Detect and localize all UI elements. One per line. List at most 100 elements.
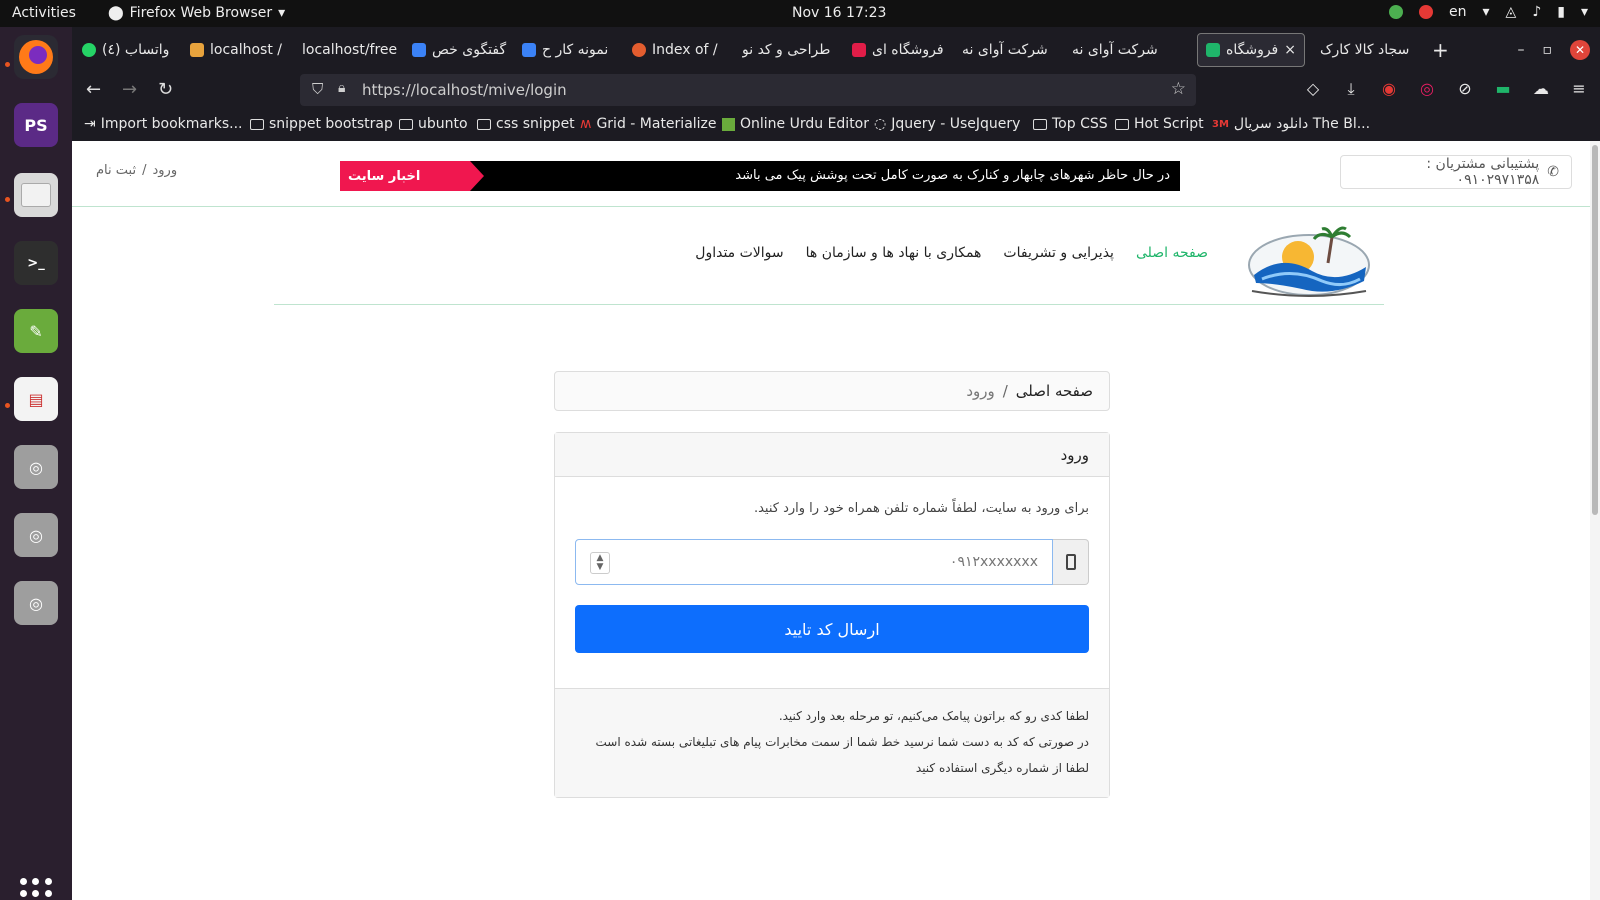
- tab-localhost-free[interactable]: localhost/free: [302, 33, 402, 67]
- tab-company-1[interactable]: شرکت آوای نه: [962, 33, 1062, 67]
- send-code-button[interactable]: ارسال کد تایید: [575, 605, 1089, 653]
- disk-dock-icon[interactable]: ◎: [14, 513, 58, 557]
- footer-note: لطفا کدی رو که براتون پیامک می‌کنیم، تو …: [778, 709, 1089, 723]
- menu-item-cooperation[interactable]: همکاری با نهاد ها و سازمان ها: [806, 245, 982, 261]
- language-indicator[interactable]: en: [1449, 4, 1467, 20]
- tab-shop-active[interactable]: فروشگاه ×: [1197, 33, 1305, 67]
- activities-button[interactable]: Activities: [12, 5, 76, 21]
- news-label: اخبار سایت: [340, 161, 484, 191]
- disk-dock-icon[interactable]: ◎: [14, 581, 58, 625]
- url-bar[interactable]: ⛉ 🔒︎ https://localhost/mive/login ☆: [300, 74, 1196, 106]
- download-icon[interactable]: ⤓: [1342, 79, 1360, 98]
- notification-tray-icon[interactable]: [1419, 5, 1433, 19]
- tab-whatsapp[interactable]: واتساب (٤): [82, 33, 182, 67]
- bookmarks-toolbar: ⇥ Import bookmarks... snippet bootstrap …: [72, 111, 1600, 139]
- tab-strip: واتساب (٤) localhost / localhost/free گف…: [72, 31, 1600, 67]
- menu-item-home[interactable]: صفحه اصلی: [1136, 245, 1208, 261]
- phpstorm-dock-icon[interactable]: PS: [14, 103, 58, 147]
- bookmark-css-snippet[interactable]: css snippet: [477, 116, 575, 132]
- system-tray[interactable]: en ▾ ◬ ♪ ▮ ▾: [1389, 4, 1588, 20]
- ublock-icon[interactable]: ◉: [1380, 79, 1398, 98]
- wifi-icon[interactable]: ◬: [1506, 4, 1517, 20]
- register-link[interactable]: ثبت نام: [96, 163, 136, 178]
- extension-leaf-icon[interactable]: ▬: [1494, 79, 1512, 98]
- app-menu[interactable]: ⬤ Firefox Web Browser ▾: [108, 5, 285, 21]
- page-scrollbar[interactable]: [1590, 141, 1600, 900]
- tab-label: شرکت آوای نه: [1072, 42, 1158, 58]
- breadcrumb-home[interactable]: صفحه اصلی: [1016, 382, 1093, 400]
- phone-input[interactable]: [576, 540, 1052, 584]
- tab-index-of[interactable]: Index of /: [632, 33, 732, 67]
- site-icon: 3M: [1212, 118, 1229, 130]
- volume-icon[interactable]: ♪: [1532, 4, 1541, 20]
- news-text[interactable]: در حال حاظر شهرهای چابهار و کنارک به صور…: [735, 168, 1170, 183]
- tab-label: طراحی و کد نو: [742, 42, 831, 58]
- clock[interactable]: Nov 16 17:23: [792, 5, 886, 21]
- folder-icon: [1033, 118, 1047, 130]
- back-icon[interactable]: ←: [86, 79, 101, 100]
- bookmark-grid-materialize[interactable]: ʍ Grid - Materialize: [580, 116, 717, 132]
- number-spinner[interactable]: ▲ ▼: [590, 552, 610, 574]
- tab-design[interactable]: طراحی و کد نو: [742, 33, 846, 67]
- phpmyadmin-icon: [190, 43, 204, 57]
- color-picker-icon[interactable]: ◎: [1418, 79, 1436, 98]
- menu-item-faq[interactable]: سوالات متداول: [695, 245, 783, 261]
- tab-sajjad[interactable]: سجاد کالا کارک: [1320, 33, 1420, 67]
- phone-input-group: ▲ ▼: [575, 539, 1089, 585]
- new-tab-button[interactable]: +: [1432, 33, 1456, 67]
- tab-shop-h[interactable]: فروشگاه ای: [852, 33, 952, 67]
- bookmark-snippet-bootstrap[interactable]: snippet bootstrap: [250, 116, 393, 132]
- navigation-bar: ← → ↻ ⛉ 🔒︎ https://localhost/mive/login …: [72, 71, 1600, 109]
- extensions-puzzle-icon[interactable]: ☁: [1532, 79, 1550, 98]
- hamburger-menu-icon[interactable]: ≡: [1570, 79, 1588, 98]
- main-navigation: صفحه اصلی پذیرایی و تشریفات همکاری با نه…: [274, 207, 1384, 305]
- maximize-icon[interactable]: ▫: [1543, 42, 1553, 58]
- close-tab-icon[interactable]: ×: [1284, 42, 1296, 58]
- site-logo[interactable]: [1242, 223, 1376, 297]
- menu-item-catering[interactable]: پذیرایی و تشریفات: [1003, 245, 1114, 261]
- extension-icon[interactable]: ⊘: [1456, 79, 1474, 98]
- forward-icon[interactable]: →: [122, 79, 137, 100]
- whatsapp-icon: [82, 43, 96, 57]
- disk-dock-icon[interactable]: ◎: [14, 445, 58, 489]
- bookmark-ubunto[interactable]: ubunto: [399, 116, 468, 132]
- bookmark-import[interactable]: ⇥ Import bookmarks...: [84, 116, 243, 132]
- login-link[interactable]: ورود: [152, 163, 177, 178]
- tracking-shield-icon[interactable]: ⛉: [312, 80, 323, 98]
- tab-company-2[interactable]: شرکت آوای نه: [1072, 33, 1172, 67]
- bookmark-urdu-editor[interactable]: Online Urdu Editor: [722, 116, 869, 132]
- bookmark-hot-script[interactable]: Hot Script: [1115, 116, 1204, 132]
- bookmark-star-icon[interactable]: ☆: [1171, 79, 1186, 99]
- terminal-dock-icon[interactable]: >_: [14, 241, 58, 285]
- text-editor-dock-icon[interactable]: ✎: [14, 309, 58, 353]
- chevron-down-icon[interactable]: ▼: [597, 563, 604, 572]
- files-dock-icon[interactable]: [14, 173, 58, 217]
- bookmark-serial[interactable]: 3M دانلود سریال The Bl...: [1212, 116, 1370, 132]
- browser-chrome: واتساب (٤) localhost / localhost/free گف…: [72, 27, 1600, 141]
- minimize-icon[interactable]: –: [1518, 42, 1525, 58]
- show-apps-icon[interactable]: [20, 878, 52, 900]
- firefox-dock-icon[interactable]: [14, 35, 58, 79]
- url-text[interactable]: https://localhost/mive/login: [362, 81, 567, 99]
- document-viewer-dock-icon[interactable]: ▤: [14, 377, 58, 421]
- close-window-icon[interactable]: ✕: [1570, 40, 1590, 60]
- site-icon: [852, 43, 866, 57]
- pocket-icon[interactable]: ◇: [1304, 79, 1322, 98]
- firefox-icon: ⬤: [108, 5, 124, 21]
- reload-icon[interactable]: ↻: [158, 79, 173, 100]
- bookmark-top-css[interactable]: Top CSS: [1033, 116, 1108, 132]
- tab-label: localhost /: [210, 42, 283, 58]
- tab-chat[interactable]: گفتگوی خص: [412, 33, 512, 67]
- lock-icon[interactable]: 🔒︎: [338, 80, 345, 96]
- bookmark-jquery[interactable]: ◌ Jquery - UseJquery: [874, 116, 1020, 132]
- customer-support[interactable]: ✆ پشتیبانی مشتریان : ۰۹۱۰۲۹۷۱۳۵۸: [1340, 155, 1572, 189]
- scrollbar-thumb[interactable]: [1592, 145, 1598, 515]
- battery-icon[interactable]: ▮: [1557, 4, 1565, 20]
- tab-portfolio[interactable]: نمونه کار ح: [522, 33, 622, 67]
- tab-localhost-pma[interactable]: localhost /: [190, 33, 294, 67]
- tab-label: واتساب (٤): [102, 42, 170, 58]
- auth-separator: /: [142, 163, 147, 178]
- breadcrumb-separator: /: [1002, 382, 1008, 400]
- shield-tray-icon[interactable]: [1389, 5, 1403, 19]
- dock: PS >_ ✎ ▤ ◎ ◎ ◎: [0, 27, 72, 900]
